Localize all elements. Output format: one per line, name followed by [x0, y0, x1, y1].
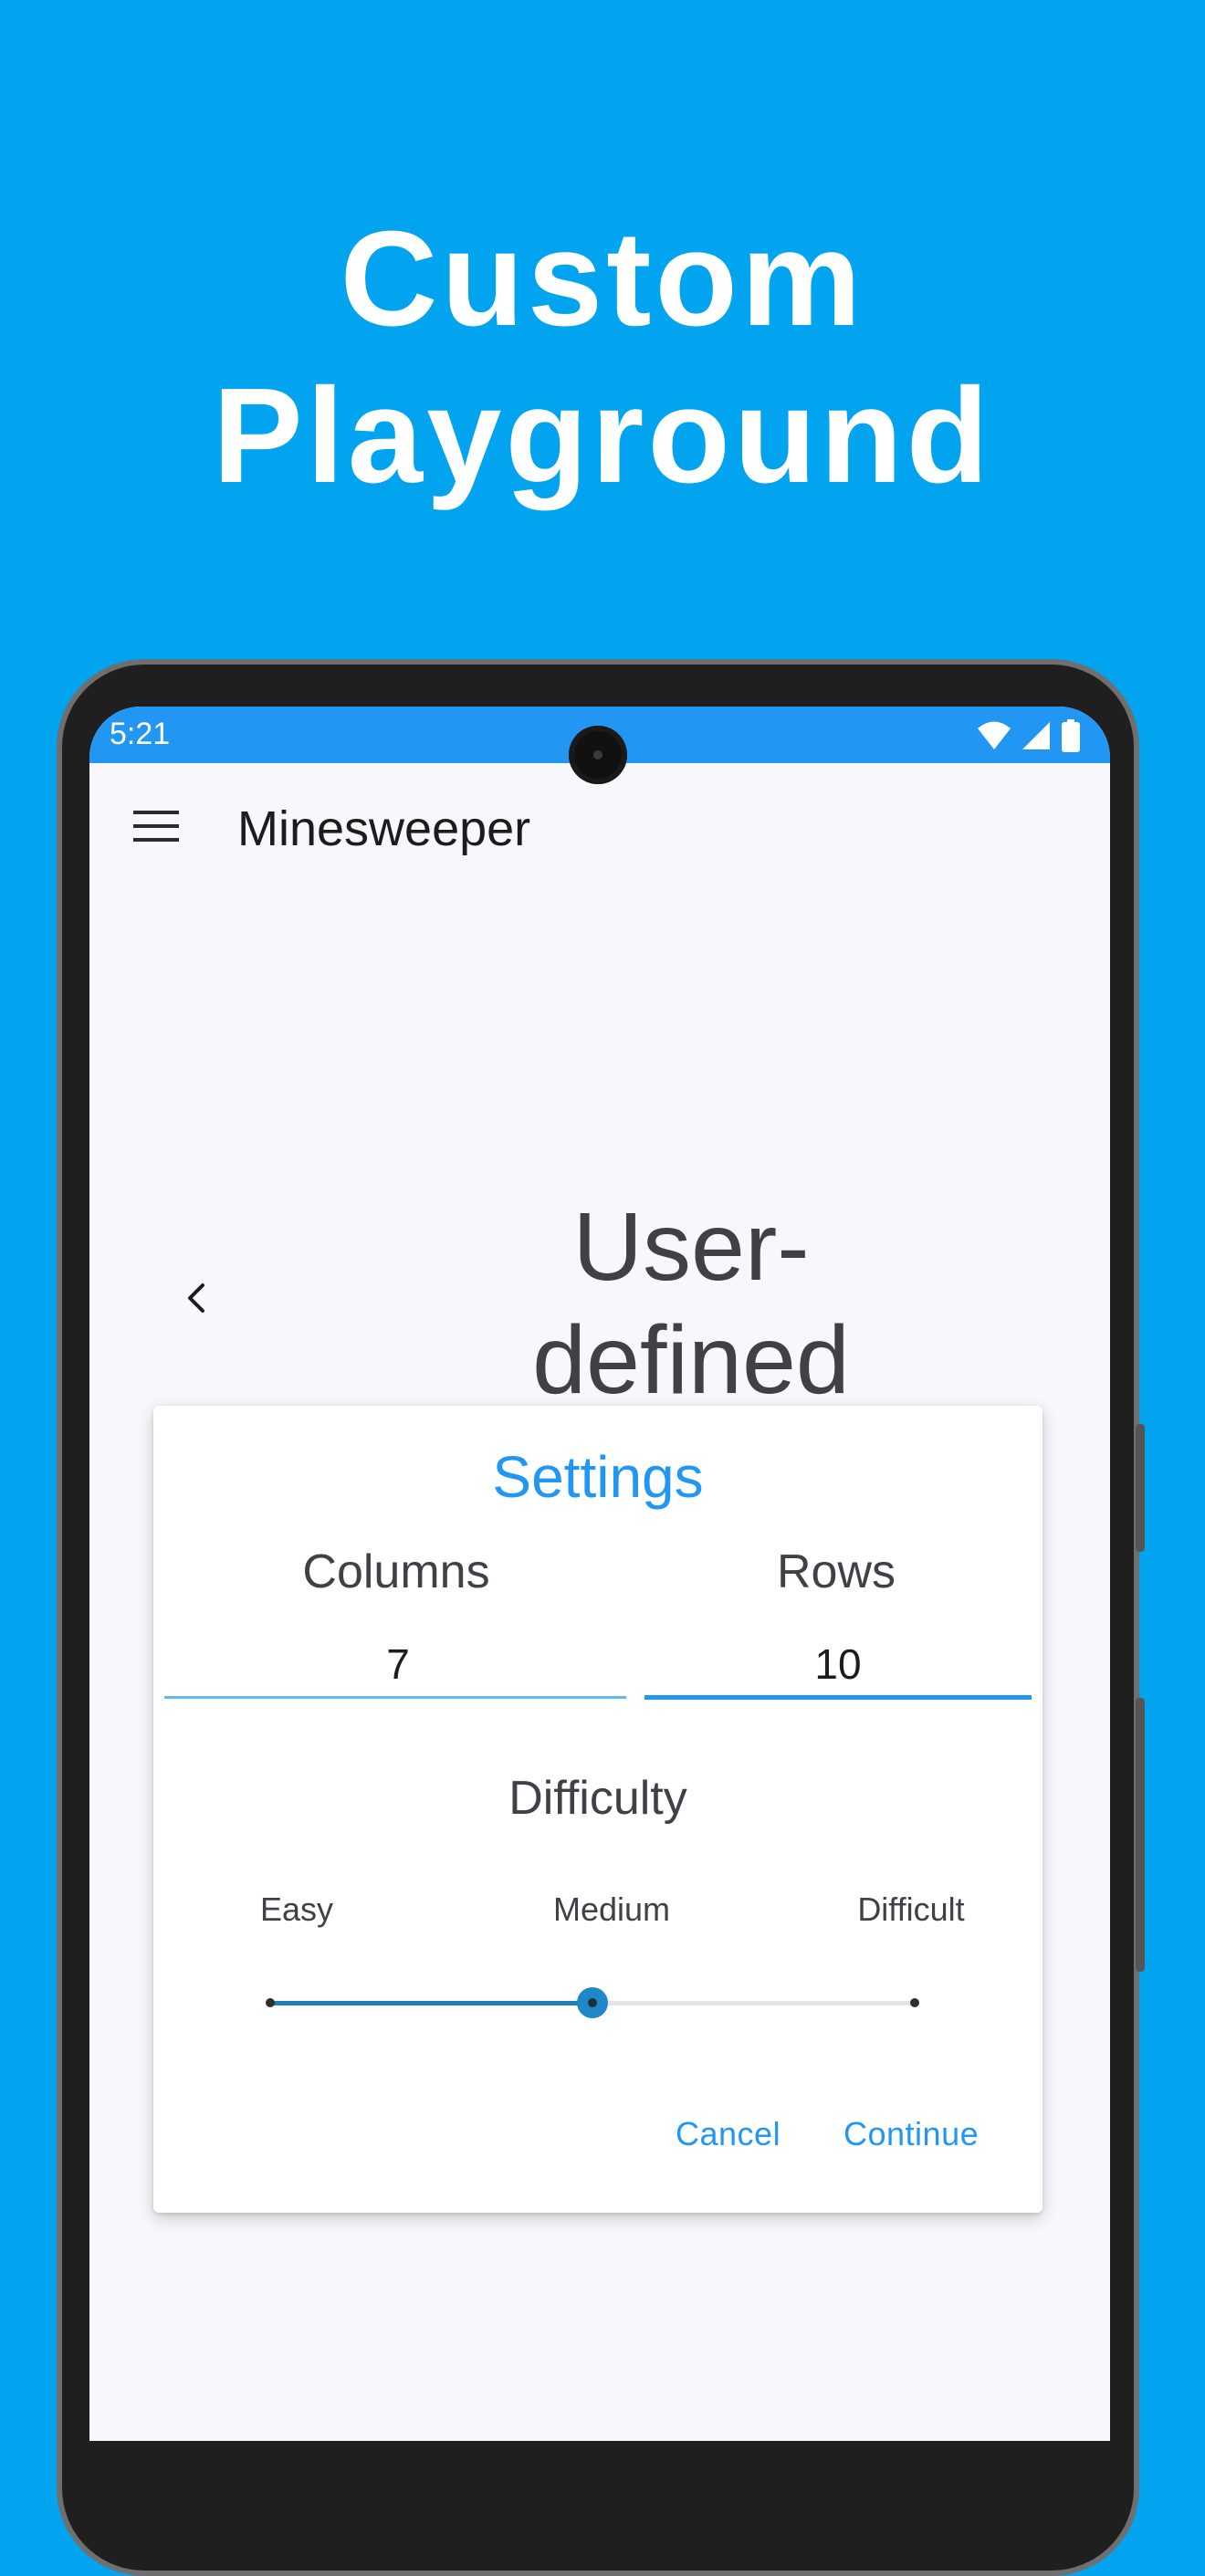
difficulty-option-easy[interactable]: Easy: [219, 1890, 374, 1930]
slider-tick-easy: [266, 1998, 275, 2007]
continue-button[interactable]: Continue: [844, 2114, 979, 2154]
slider-active-track: [270, 2001, 592, 2005]
app-title: Minesweeper: [237, 801, 531, 856]
level-name-line2: defined: [532, 1306, 850, 1414]
promo-headline: Custom Playground: [0, 201, 1205, 515]
columns-input-underline: [164, 1696, 626, 1699]
dialog-title: Settings: [492, 1444, 704, 1510]
phone-volume-button: [1136, 1698, 1145, 1972]
settings-dialog: Settings Columns Rows Difficulty Easy Me…: [153, 1406, 1043, 2213]
hamburger-menu-icon[interactable]: [131, 801, 181, 851]
rows-label: Rows: [776, 1545, 896, 1598]
chevron-left-icon[interactable]: [179, 1280, 215, 1316]
rows-input-underline: [644, 1695, 1032, 1700]
cellular-signal-icon: [1022, 722, 1050, 749]
difficulty-slider[interactable]: [266, 1981, 919, 2026]
columns-input[interactable]: [164, 1630, 632, 1698]
difficulty-option-medium[interactable]: Medium: [502, 1890, 721, 1930]
promo-headline-line1: Custom: [340, 204, 865, 354]
wifi-icon: [978, 721, 1011, 749]
app-bar: Minesweeper: [89, 763, 1110, 900]
difficulty-option-difficult[interactable]: Difficult: [811, 1890, 1011, 1930]
level-name: User- defined: [326, 1190, 1056, 1417]
rows-input[interactable]: [646, 1630, 1030, 1698]
slider-tick-difficult: [910, 1998, 919, 2007]
battery-icon: [1062, 719, 1080, 752]
slider-thumb[interactable]: [577, 1987, 608, 2018]
status-time: 5:21: [110, 717, 171, 751]
promo-headline-line2: Playground: [212, 361, 993, 511]
phone-side-button: [1136, 1424, 1145, 1552]
level-name-line1: User-: [572, 1193, 810, 1301]
cancel-button[interactable]: Cancel: [676, 2114, 781, 2154]
status-icons: [977, 717, 1081, 754]
difficulty-label: Difficulty: [508, 1772, 687, 1825]
columns-label: Columns: [302, 1545, 490, 1598]
